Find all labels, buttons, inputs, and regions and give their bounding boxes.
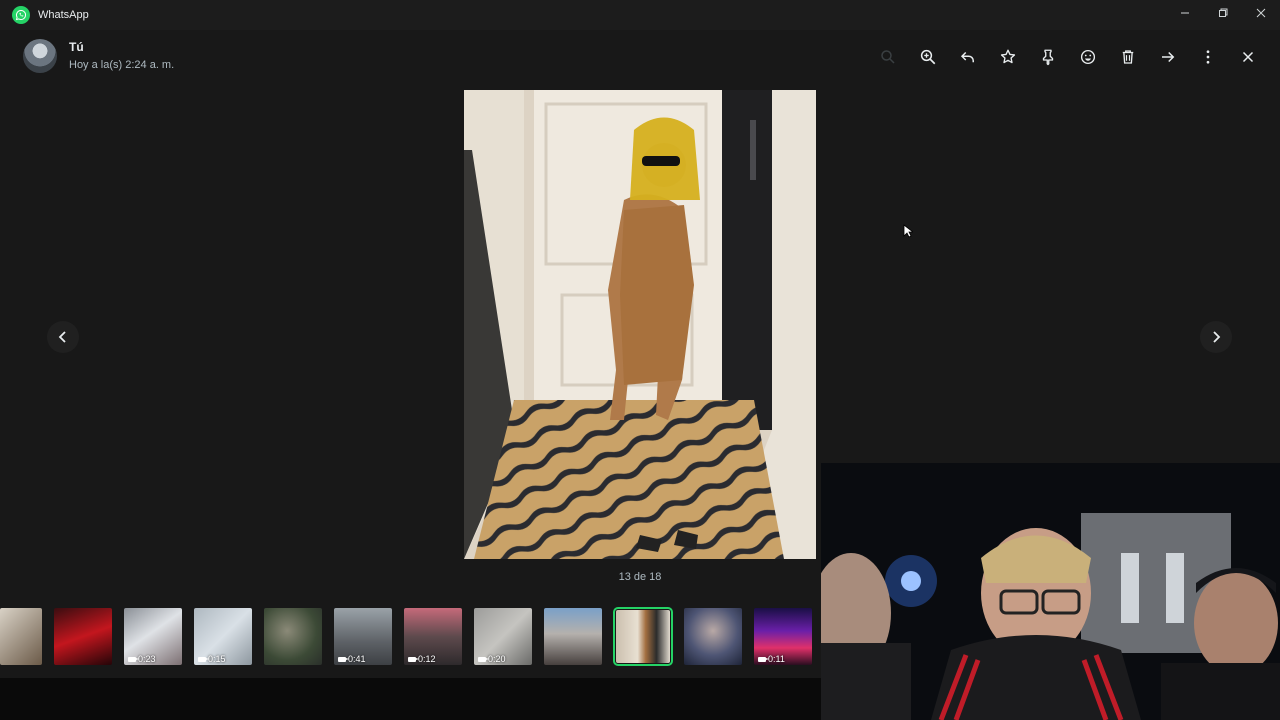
media-viewer-header: Tú Hoy a la(s) 2:24 a. m. bbox=[0, 31, 1280, 83]
message-timestamp: Hoy a la(s) 2:24 a. m. bbox=[69, 59, 175, 71]
bottom-area bbox=[0, 678, 822, 720]
more-options-button[interactable] bbox=[1188, 40, 1228, 74]
title-bar: WhatsApp bbox=[0, 0, 1280, 30]
thumbnail-item[interactable]: 0:20 bbox=[474, 608, 532, 665]
zoom-in-icon bbox=[920, 49, 936, 65]
forward-icon bbox=[1162, 51, 1175, 63]
whatsapp-logo-icon bbox=[12, 6, 30, 24]
video-camera-icon bbox=[338, 656, 349, 662]
video-camera-icon bbox=[478, 656, 489, 662]
search-button bbox=[868, 40, 908, 74]
zoom-in-button[interactable] bbox=[908, 40, 948, 74]
restore-button[interactable] bbox=[1204, 0, 1242, 26]
webcam-overlay bbox=[821, 463, 1280, 720]
search-icon bbox=[881, 50, 895, 64]
mouse-cursor-icon bbox=[903, 224, 913, 238]
pin-icon bbox=[1042, 49, 1054, 66]
media-counter: 13 de 18 bbox=[618, 571, 662, 583]
thumbnail-item[interactable] bbox=[54, 608, 112, 665]
video-camera-icon bbox=[128, 656, 139, 662]
star-button[interactable] bbox=[988, 40, 1028, 74]
forward-button[interactable] bbox=[1148, 40, 1188, 74]
avatar[interactable] bbox=[23, 39, 57, 73]
thumbnail-item[interactable] bbox=[544, 608, 602, 665]
more-icon bbox=[1206, 50, 1210, 64]
close-viewer-button[interactable] bbox=[1228, 40, 1268, 74]
window-close-button[interactable] bbox=[1242, 0, 1280, 26]
chevron-left-icon bbox=[58, 331, 66, 343]
thumbnail-item[interactable] bbox=[264, 608, 322, 665]
thumbnail-item[interactable]: 0:23 bbox=[124, 608, 182, 665]
reply-icon bbox=[960, 51, 974, 63]
viewer-toolbar bbox=[868, 40, 1268, 74]
trash-icon bbox=[1122, 50, 1134, 64]
delete-button[interactable] bbox=[1108, 40, 1148, 74]
next-media-button[interactable] bbox=[1200, 321, 1232, 353]
thumbnail-strip: 0:23 0:15 0:41 0:12 0:20 0:11 bbox=[0, 600, 822, 676]
app-title: WhatsApp bbox=[38, 9, 89, 21]
react-button[interactable] bbox=[1068, 40, 1108, 74]
star-icon bbox=[1000, 49, 1016, 64]
sender-name: Tú bbox=[69, 40, 84, 54]
previous-media-button[interactable] bbox=[47, 321, 79, 353]
thumbnail-item[interactable] bbox=[684, 608, 742, 665]
reply-button[interactable] bbox=[948, 40, 988, 74]
video-camera-icon bbox=[758, 656, 769, 662]
thumbnail-item[interactable]: 0:11 bbox=[754, 608, 812, 665]
video-camera-icon bbox=[408, 656, 419, 662]
thumbnail-item[interactable]: 0:15 bbox=[194, 608, 252, 665]
media-photo[interactable] bbox=[464, 90, 816, 559]
thumbnail-item[interactable] bbox=[0, 608, 42, 665]
video-camera-icon bbox=[198, 656, 209, 662]
pin-button[interactable] bbox=[1028, 40, 1068, 74]
chevron-right-icon bbox=[1213, 331, 1221, 343]
emoji-icon bbox=[1080, 49, 1096, 65]
close-icon bbox=[1242, 51, 1254, 63]
thumbnail-item-selected[interactable] bbox=[613, 607, 673, 666]
thumbnail-item[interactable]: 0:41 bbox=[334, 608, 392, 665]
thumbnail-item[interactable]: 0:12 bbox=[404, 608, 462, 665]
minimize-button[interactable] bbox=[1166, 0, 1204, 26]
